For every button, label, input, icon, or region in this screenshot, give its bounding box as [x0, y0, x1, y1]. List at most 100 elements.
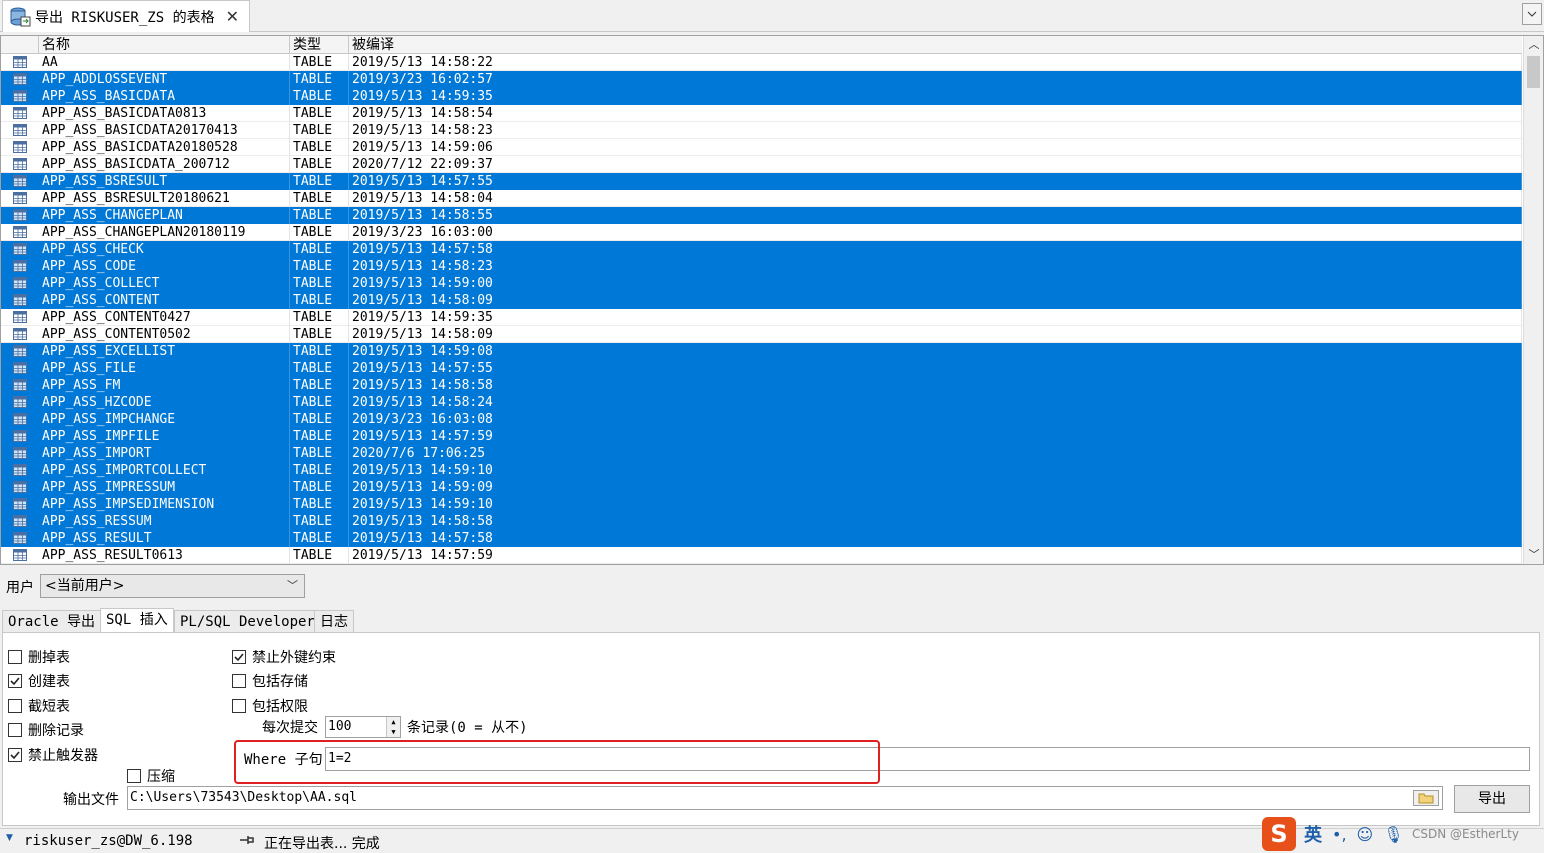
microphone-icon[interactable]: 🎙 [1383, 825, 1403, 844]
connection-status: riskuser_zs@DW_6.198 [24, 833, 193, 849]
cell-name: APP_ASS_RESULT [39, 530, 290, 547]
cell-type: TABLE [290, 445, 349, 462]
cell-name: APP_ASS_BASICDATA [39, 88, 290, 105]
scrollbar-thumb[interactable] [1527, 56, 1540, 88]
commit-spin-buttons[interactable]: ▲ ▼ [386, 717, 400, 737]
tab-list-dropdown-button[interactable] [1522, 3, 1542, 25]
truncate-tables-label: 截短表 [28, 699, 70, 715]
truncate-tables-checkbox[interactable]: 截短表 [8, 696, 70, 716]
table-row[interactable]: APP_ASS_IMPORTCOLLECT TABLE 2019/5/13 14:5… [1, 462, 1522, 479]
emoji-icon[interactable]: ☺ [1357, 825, 1374, 844]
create-tables-checkbox[interactable]: 创建表 [8, 671, 70, 691]
csdn-watermark: CSDN @EstherLty [1412, 827, 1519, 841]
cell-compiled: 2019/5/13 14:58:22 [349, 54, 1522, 71]
table-row[interactable]: APP_ASS_CHANGEPLAN TABLE 2019/5/13 14:58:5… [1, 207, 1522, 224]
table-row[interactable]: APP_ASS_BASICDATA20180528 TABLE 2019/5/13 … [1, 139, 1522, 156]
cell-type: TABLE [290, 547, 349, 564]
table-row[interactable]: AA TABLE 2019/5/13 14:58:22 [1, 54, 1522, 71]
export-tables-tab[interactable]: 导出 RISKUSER_ZS 的表格 ✕ [2, 0, 250, 32]
table-row[interactable]: APP_ASS_CONTENT0502 TABLE 2019/5/13 14:58:… [1, 326, 1522, 343]
disable-triggers-label: 禁止触发器 [28, 748, 98, 764]
column-header-name[interactable]: 名称 [39, 36, 290, 54]
cell-name: APP_ASS_IMPFILE [39, 428, 290, 445]
tab-oracle-export[interactable]: Oracle 导出 [2, 610, 102, 632]
table-row[interactable]: APP_ASS_COLLECT TABLE 2019/5/13 14:59:00 [1, 275, 1522, 292]
include-storage-checkbox[interactable]: 包括存储 [232, 671, 308, 691]
table-row[interactable]: APP_ASS_BASICDATA20170413 TABLE 2019/5/13 … [1, 122, 1522, 139]
grid-vertical-scrollbar[interactable]: ︿ ﹀ [1523, 36, 1543, 564]
table-row[interactable]: APP_ASS_RESSUM TABLE 2019/5/13 14:58:58 [1, 513, 1522, 530]
cell-type: TABLE [290, 530, 349, 547]
table-row[interactable]: APP_ASS_FM TABLE 2019/5/13 14:58:58 [1, 377, 1522, 394]
table-icon [13, 430, 27, 442]
spin-down-icon[interactable]: ▼ [387, 727, 400, 737]
table-row[interactable]: APP_ASS_CONTENT TABLE 2019/5/13 14:58:09 [1, 292, 1522, 309]
table-row[interactable]: APP_ASS_RESULT0613 TABLE 2019/5/13 14:57:5… [1, 547, 1522, 564]
table-row[interactable]: APP_ASS_IMPCHANGE TABLE 2019/3/23 16:03:08 [1, 411, 1522, 428]
cell-name: APP_ASS_BASICDATA20170413 [39, 122, 290, 139]
tab-sql-insert[interactable]: SQL 插入 [100, 608, 174, 632]
scroll-up-icon[interactable]: ︿ [1524, 36, 1544, 54]
cell-name: APP_ASS_CHANGEPLAN [39, 207, 290, 224]
disable-foreign-keys-checkbox[interactable]: 禁止外键约束 [232, 647, 336, 667]
table-row[interactable]: APP_ASS_CODE TABLE 2019/5/13 14:58:23 [1, 258, 1522, 275]
table-row[interactable]: APP_ASS_IMPORT TABLE 2020/7/6 17:06:25 [1, 445, 1522, 462]
table-row[interactable]: APP_ASS_IMPSEDIMENSION TABLE 2019/5/13 14:… [1, 496, 1522, 513]
table-row[interactable]: APP_ADDLOSSEVENT TABLE 2019/3/23 16:02:57 [1, 71, 1522, 88]
export-button[interactable]: 导出 [1454, 785, 1530, 813]
object-list-grid[interactable]: 名称 类型 被编译 AA TABLE 2019/5/13 14:58:22 APP_A… [0, 35, 1544, 565]
cell-type: TABLE [290, 156, 349, 173]
cell-name: APP_ASS_RESULT0613 [39, 547, 290, 564]
ime-toolbar: S 英 •, ☺ 🎙 CSDN @EstherLty [1262, 815, 1544, 853]
ime-language-toggle[interactable]: 英 [1304, 821, 1322, 847]
table-row[interactable]: APP_ASS_EXCELLIST TABLE 2019/5/13 14:59:08 [1, 343, 1522, 360]
spin-up-icon[interactable]: ▲ [387, 717, 400, 727]
where-clause-input[interactable]: 1=2 [325, 747, 1530, 771]
drop-tables-checkbox[interactable]: 删掉表 [8, 647, 70, 667]
table-row[interactable]: APP_ASS_IMPRESSUM TABLE 2019/5/13 14:59:09 [1, 479, 1522, 496]
disable-triggers-checkbox[interactable]: 禁止触发器 [8, 745, 98, 765]
browse-folder-button[interactable] [1413, 790, 1439, 806]
caret-down-icon[interactable]: ▼ [6, 833, 13, 843]
table-row[interactable]: APP_ASS_RESULT TABLE 2019/5/13 14:57:58 [1, 530, 1522, 547]
table-icon [13, 481, 27, 493]
table-row[interactable]: APP_ASS_HZCODE TABLE 2019/5/13 14:58:24 [1, 394, 1522, 411]
sogou-ime-icon[interactable]: S [1262, 817, 1296, 851]
scroll-down-icon[interactable]: ﹀ [1524, 546, 1544, 564]
column-header-type[interactable]: 类型 [290, 36, 349, 54]
tab-title: 导出 RISKUSER_ZS 的表格 [35, 9, 215, 26]
user-dropdown[interactable]: <当前用户> ﹀ [40, 574, 305, 598]
cell-name: APP_ASS_CONTENT0502 [39, 326, 290, 343]
drop-tables-label: 删掉表 [28, 650, 70, 666]
cell-name: APP_ASS_IMPORT [39, 445, 290, 462]
table-row[interactable]: APP_ASS_BASICDATA TABLE 2019/5/13 14:59:35 [1, 88, 1522, 105]
close-icon[interactable]: ✕ [226, 7, 239, 27]
table-row[interactable]: APP_ASS_FILE TABLE 2019/5/13 14:57:55 [1, 360, 1522, 377]
punctuation-icon[interactable]: •, [1332, 825, 1347, 844]
tab-plsql-developer[interactable]: PL/SQL Developer [174, 610, 321, 632]
table-row[interactable]: APP_ASS_BSRESULT TABLE 2019/5/13 14:57:55 [1, 173, 1522, 190]
cell-type: TABLE [290, 190, 349, 207]
compress-label: 压缩 [147, 769, 175, 785]
table-row[interactable]: APP_ASS_BSRESULT20180621 TABLE 2019/5/13 1… [1, 190, 1522, 207]
compress-checkbox[interactable]: 压缩 [127, 766, 175, 786]
table-row[interactable]: APP_ASS_IMPFILE TABLE 2019/5/13 14:57:59 [1, 428, 1522, 445]
checkbox-box [8, 650, 22, 664]
tab-log[interactable]: 日志 [314, 610, 354, 632]
cell-name: AA [39, 54, 290, 71]
document-tab-strip: 导出 RISKUSER_ZS 的表格 ✕ [0, 0, 1544, 32]
commit-every-stepper[interactable]: 100 ▲ ▼ [325, 716, 401, 738]
checkbox-box [8, 674, 22, 688]
output-file-input[interactable]: C:\Users\73543\Desktop\AA.sql [127, 786, 1443, 810]
include-privileges-checkbox[interactable]: 包括权限 [232, 696, 308, 716]
column-header-compiled[interactable]: 被编译 [349, 36, 1522, 54]
table-row[interactable]: APP_ASS_CHANGEPLAN20180119 TABLE 2019/3/23… [1, 224, 1522, 241]
table-row[interactable]: APP_ASS_BASICDATA_200712 TABLE 2020/7/12 2… [1, 156, 1522, 173]
table-row[interactable]: APP_ASS_CHECK TABLE 2019/5/13 14:57:58 [1, 241, 1522, 258]
cell-name: APP_ASS_CONTENT [39, 292, 290, 309]
table-row[interactable]: APP_ASS_CONTENT0427 TABLE 2019/5/13 14:59:… [1, 309, 1522, 326]
table-row[interactable]: APP_ASS_BASICDATA0813 TABLE 2019/5/13 14:5… [1, 105, 1522, 122]
grid-rows: AA TABLE 2019/5/13 14:58:22 APP_ADDLOSSEVEN… [1, 54, 1522, 564]
pin-icon[interactable] [238, 832, 256, 848]
delete-records-checkbox[interactable]: 删除记录 [8, 720, 84, 740]
